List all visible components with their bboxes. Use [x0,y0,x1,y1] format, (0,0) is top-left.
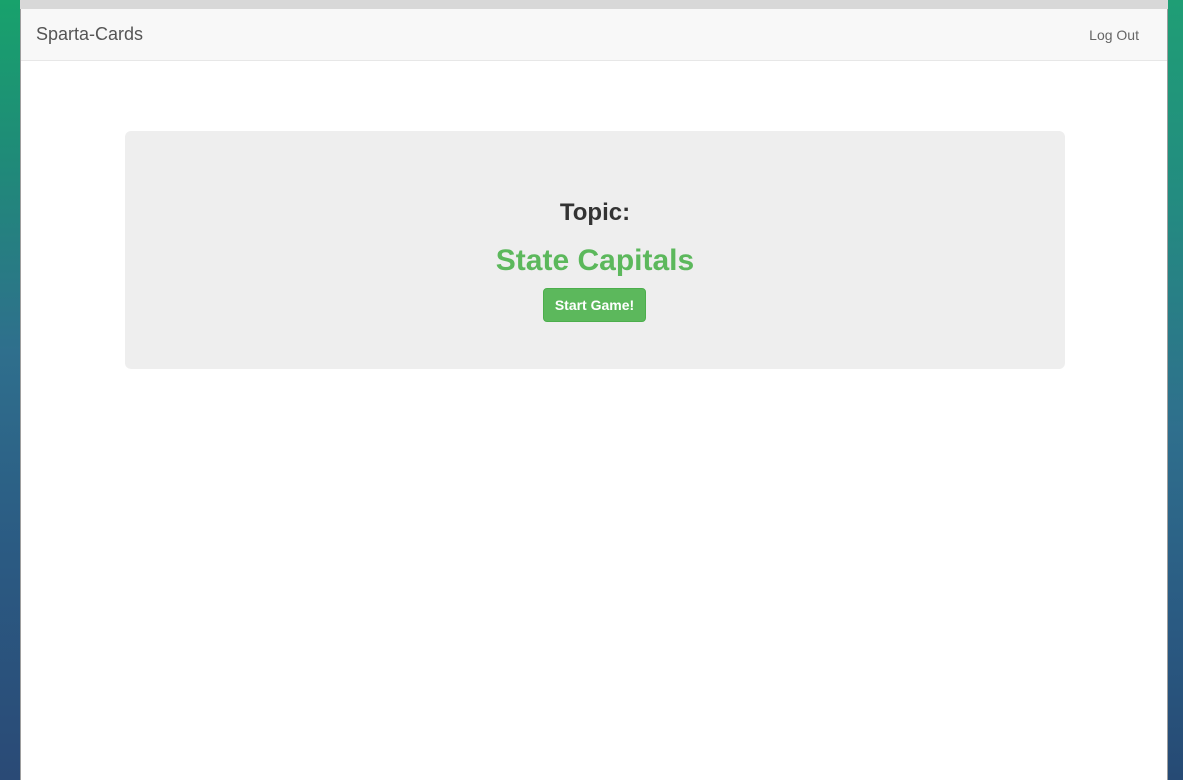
start-game-button[interactable]: Start Game! [543,288,646,322]
brand-link[interactable]: Sparta-Cards [36,24,143,44]
topic-panel: Topic: State Capitals Start Game! [125,131,1065,369]
desktop-background-right [1168,0,1183,780]
desktop-background-left [0,0,20,780]
topic-heading: Topic: [559,199,631,226]
navbar: Sparta-Cards Log Out [21,9,1167,61]
browser-window: Sparta-Cards Log Out Topic: State Capita… [20,9,1168,780]
logout-link[interactable]: Log Out [1089,26,1139,44]
topic-name: State Capitals [495,244,695,277]
